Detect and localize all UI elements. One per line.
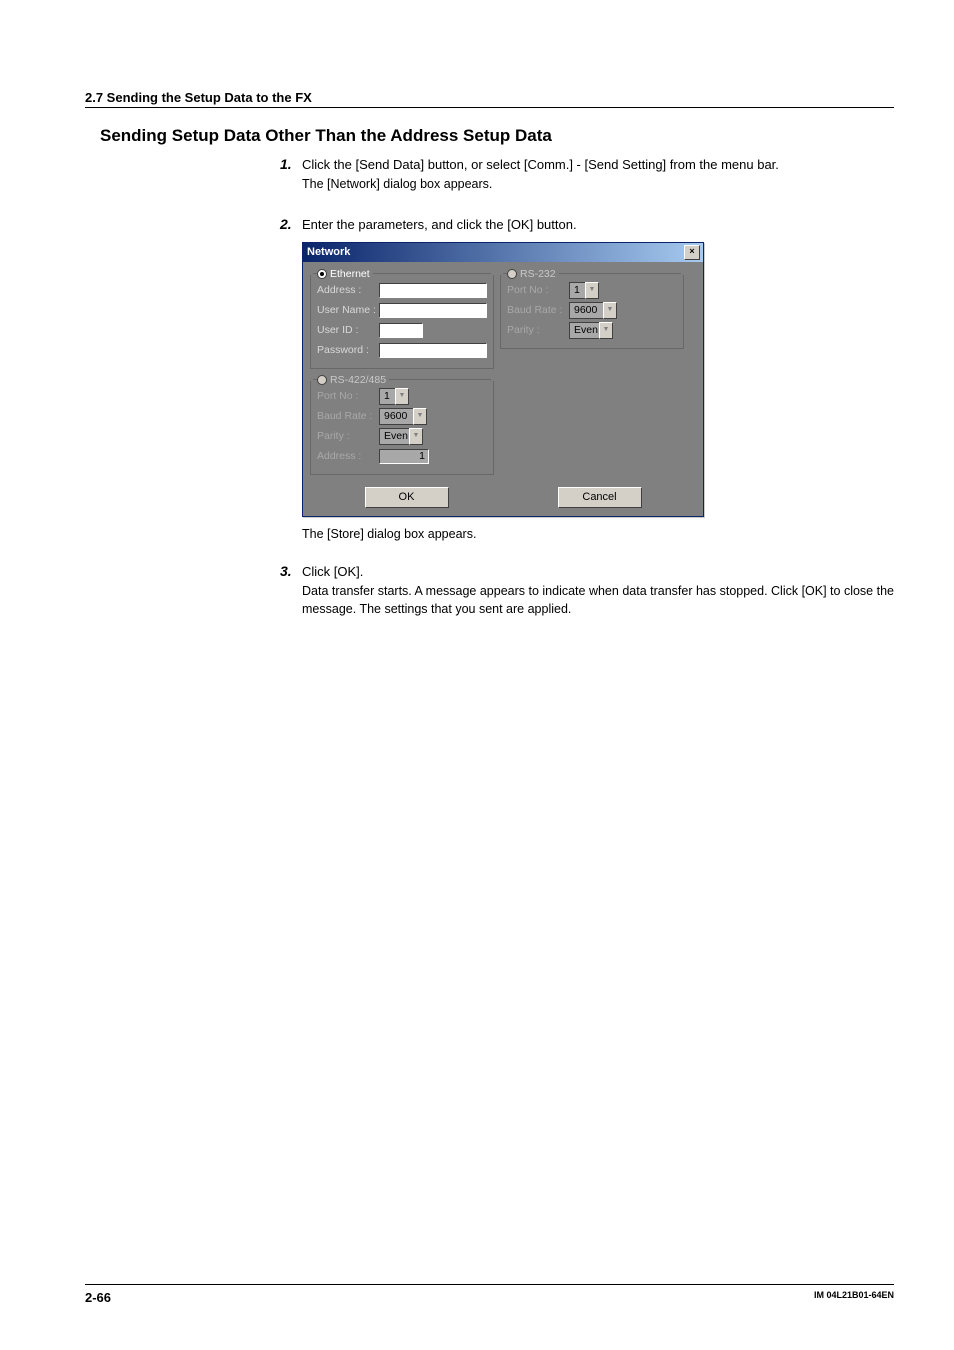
rs422-parity-value: Even — [379, 428, 409, 445]
dialog-title: Network — [307, 246, 350, 258]
rs422-address-input[interactable]: 1 — [379, 449, 429, 464]
page-number: 2-66 — [85, 1290, 111, 1305]
rs232-portno-select[interactable]: 1 ▼ — [569, 282, 599, 299]
rs232-radio-label: RS-232 — [520, 268, 556, 280]
rs422-parity-label: Parity : — [317, 430, 379, 442]
userid-input[interactable] — [379, 323, 423, 338]
section-header: 2.7 Sending the Setup Data to the FX — [85, 90, 894, 108]
doc-id: IM 04L21B01-64EN — [814, 1290, 894, 1305]
rs232-baud-label: Baud Rate : — [507, 304, 569, 316]
chevron-down-icon: ▼ — [585, 282, 599, 299]
rs422-parity-select[interactable]: Even ▼ — [379, 428, 423, 445]
chevron-down-icon: ▼ — [599, 322, 613, 339]
rs422-baud-label: Baud Rate : — [317, 410, 379, 422]
rs422-baud-value: 9600 — [379, 408, 413, 425]
rs422-radio-label: RS-422/485 — [330, 374, 386, 386]
cancel-button[interactable]: Cancel — [558, 487, 642, 508]
rs422-portno-select[interactable]: 1 ▼ — [379, 388, 409, 405]
step-number: 2. — [280, 216, 302, 232]
rs232-portno-label: Port No : — [507, 284, 569, 296]
step-text: Click [OK]. — [302, 563, 894, 581]
rs422-portno-value: 1 — [379, 388, 395, 405]
rs232-parity-select[interactable]: Even ▼ — [569, 322, 613, 339]
username-label: User Name : — [317, 304, 379, 316]
rs232-group: RS-232 Port No : 1 ▼ Baud Rate : 9600 ▼ … — [500, 275, 684, 349]
chevron-down-icon: ▼ — [409, 428, 423, 445]
page-footer: 2-66 IM 04L21B01-64EN — [85, 1284, 894, 1305]
ethernet-group: Ethernet Address : User Name : User ID :… — [310, 275, 494, 369]
ethernet-radio-label: Ethernet — [330, 268, 370, 280]
step-number: 3. — [280, 563, 302, 579]
step-1: 1. Click the [Send Data] button, or sele… — [280, 156, 894, 194]
step-subtext: Data transfer starts. A message appears … — [302, 583, 894, 618]
rs232-parity-value: Even — [569, 322, 599, 339]
rs232-parity-label: Parity : — [507, 324, 569, 336]
ethernet-radio[interactable] — [317, 269, 327, 279]
step-2: 2. Enter the parameters, and click the [… — [280, 216, 894, 234]
step-text: Enter the parameters, and click the [OK]… — [302, 216, 894, 234]
ok-button[interactable]: OK — [365, 487, 449, 508]
step-text: Click the [Send Data] button, or select … — [302, 156, 894, 174]
close-icon[interactable]: × — [684, 245, 700, 260]
page-heading: Sending Setup Data Other Than the Addres… — [100, 126, 894, 146]
rs232-radio[interactable] — [507, 269, 517, 279]
rs422-radio[interactable] — [317, 375, 327, 385]
username-input[interactable] — [379, 303, 487, 318]
password-input[interactable] — [379, 343, 487, 358]
address-label: Address : — [317, 284, 379, 296]
chevron-down-icon: ▼ — [603, 302, 617, 319]
step-3: 3. Click [OK]. Data transfer starts. A m… — [280, 563, 894, 618]
rs232-portno-value: 1 — [569, 282, 585, 299]
userid-label: User ID : — [317, 324, 379, 336]
rs422-group: RS-422/485 Port No : 1 ▼ Baud Rate : 960… — [310, 381, 494, 475]
rs232-baud-select[interactable]: 9600 ▼ — [569, 302, 617, 319]
step2-after-dialog: The [Store] dialog box appears. — [302, 527, 894, 541]
dialog-titlebar: Network × — [303, 243, 703, 262]
address-input[interactable] — [379, 283, 487, 298]
rs422-portno-label: Port No : — [317, 390, 379, 402]
step-number: 1. — [280, 156, 302, 172]
step-subtext: The [Network] dialog box appears. — [302, 176, 894, 194]
rs422-address-label: Address : — [317, 450, 379, 462]
rs232-baud-value: 9600 — [569, 302, 603, 319]
chevron-down-icon: ▼ — [413, 408, 427, 425]
network-dialog: Network × Ethernet Address : User Name :… — [302, 242, 704, 517]
rs422-baud-select[interactable]: 9600 ▼ — [379, 408, 427, 425]
password-label: Password : — [317, 344, 379, 356]
chevron-down-icon: ▼ — [395, 388, 409, 405]
